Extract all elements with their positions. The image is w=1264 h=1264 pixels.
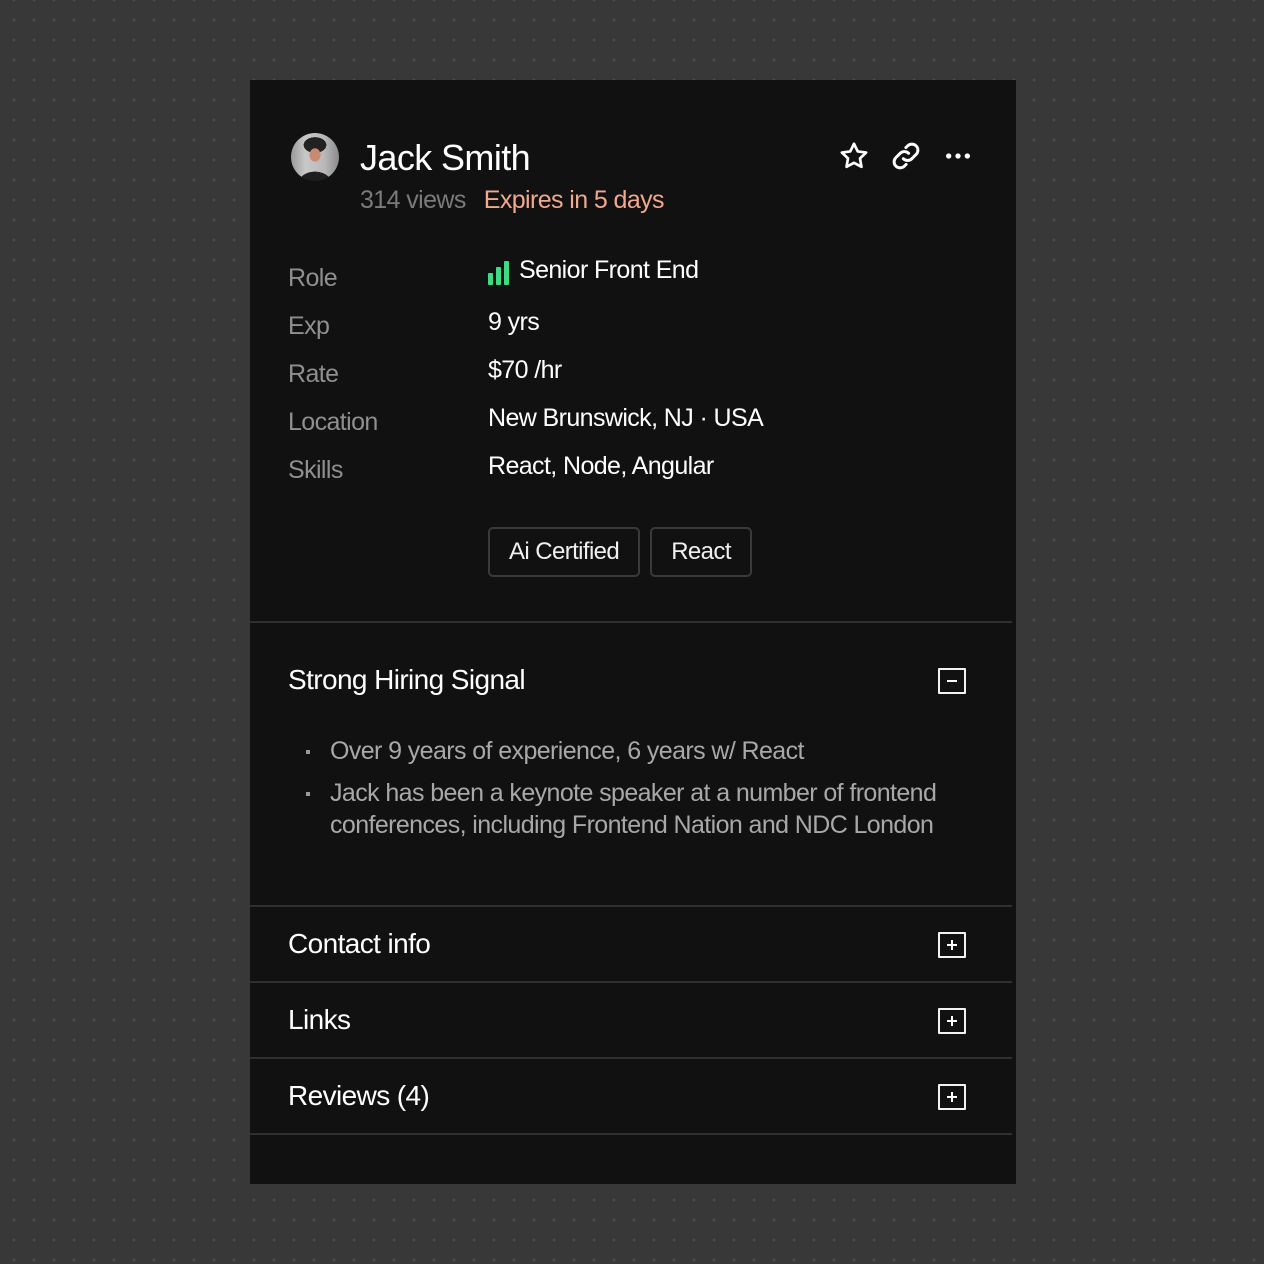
- divider: [250, 905, 1012, 907]
- field-label: Role: [288, 264, 338, 292]
- field-skills: Skills React, Node, Angular: [288, 448, 978, 496]
- star-icon: [840, 142, 868, 169]
- field-value: React, Node, Angular: [488, 452, 714, 480]
- field-value: 9 yrs: [488, 308, 540, 336]
- list-item: Jack has been a keynote speaker at a num…: [306, 777, 946, 841]
- tag-react[interactable]: React: [650, 527, 752, 577]
- field-value: New Brunswick, NJ · USA: [488, 404, 764, 432]
- divider: [250, 1057, 1012, 1059]
- signal-bars-icon: [488, 259, 509, 285]
- favorite-button[interactable]: [838, 140, 870, 172]
- avatar: [291, 133, 339, 181]
- candidate-name: Jack Smith: [360, 137, 531, 178]
- collapse-hiring-signal-button[interactable]: [938, 668, 966, 694]
- tag-list: Ai Certified React: [488, 527, 752, 577]
- field-value: $70 /hr: [488, 356, 562, 384]
- divider: [250, 1133, 1012, 1135]
- field-label: Exp: [288, 312, 330, 340]
- field-label: Rate: [288, 360, 339, 388]
- profile-meta: 314 views Expires in 5 days: [360, 184, 665, 216]
- expiry-status: Expires in 5 days: [483, 186, 665, 214]
- field-value: Senior Front End: [519, 256, 699, 284]
- candidate-card: Jack Smith 314 views Expires in 5 days Ro…: [250, 80, 1016, 1184]
- header-actions: [838, 140, 974, 172]
- copy-link-button[interactable]: [890, 140, 922, 172]
- section-title-links[interactable]: Links: [288, 1004, 351, 1036]
- field-label: Location: [288, 408, 378, 436]
- link-icon: [892, 142, 920, 170]
- minus-icon: [947, 680, 957, 682]
- expand-links-button[interactable]: [938, 1008, 966, 1034]
- section-title-hiring-signal[interactable]: Strong Hiring Signal: [288, 664, 526, 696]
- list-item: Over 9 years of experience, 6 years w/ R…: [306, 735, 946, 767]
- hiring-signal-list: Over 9 years of experience, 6 years w/ R…: [306, 735, 946, 851]
- section-title-contact-info[interactable]: Contact info: [288, 928, 431, 960]
- field-label: Skills: [288, 456, 343, 484]
- field-exp: Exp 9 yrs: [288, 304, 978, 352]
- profile-fields: Role Senior Front End Exp 9 yrs Rate $70…: [288, 256, 978, 496]
- tag-ai-certified[interactable]: Ai Certified: [488, 527, 641, 577]
- divider: [250, 981, 1012, 983]
- field-rate: Rate $70 /hr: [288, 352, 978, 400]
- more-options-button[interactable]: [942, 140, 974, 172]
- divider: [250, 621, 1012, 623]
- expand-contact-info-button[interactable]: [938, 932, 966, 958]
- field-role: Role Senior Front End: [288, 256, 978, 304]
- more-horizontal-icon: [946, 153, 970, 159]
- expand-reviews-button[interactable]: [938, 1084, 966, 1110]
- section-title-reviews[interactable]: Reviews (4): [288, 1080, 430, 1112]
- field-location: Location New Brunswick, NJ · USA: [288, 400, 978, 448]
- views-count: 314 views: [360, 186, 466, 214]
